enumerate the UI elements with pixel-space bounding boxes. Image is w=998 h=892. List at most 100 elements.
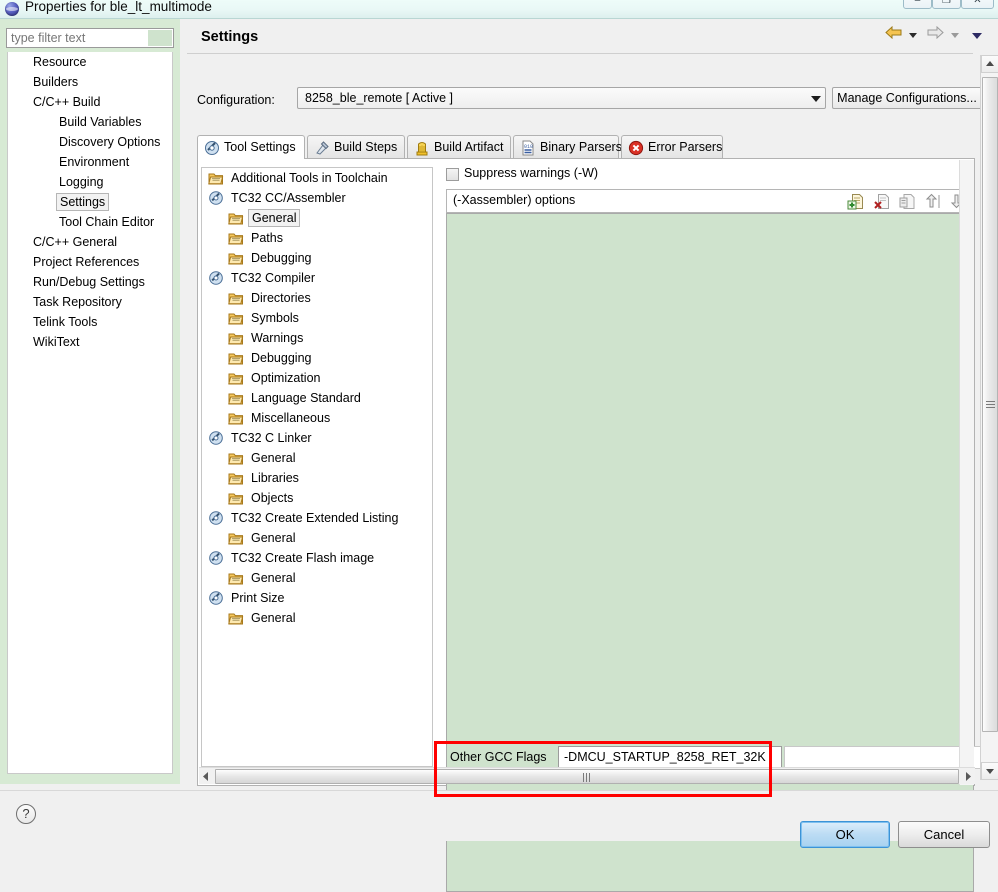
tool-settings-horizontal-scrollbar[interactable]	[199, 767, 975, 784]
tab-binary-parsers[interactable]: 010Binary Parsers	[513, 135, 619, 159]
error-parsers-icon	[628, 140, 644, 156]
tool-tree-item-additional-tools-in-toolchain[interactable]: Additional Tools in Toolchain	[202, 168, 432, 188]
page-scroll-thumb[interactable]	[982, 77, 998, 732]
binary-parsers-icon: 010	[520, 140, 536, 156]
ok-button[interactable]: OK	[800, 821, 890, 848]
sidebar-item-label: C/C++ General	[30, 232, 120, 252]
help-icon[interactable]: ?	[16, 804, 36, 824]
tool-tree-item-label: Optimization	[248, 368, 323, 388]
tool-tree-item-warnings[interactable]: Warnings	[202, 328, 432, 348]
scroll-up-button[interactable]	[981, 55, 998, 73]
chevron-down-icon[interactable]	[811, 96, 821, 102]
cancel-button[interactable]: Cancel	[898, 821, 990, 848]
sidebar-item-label: Builders	[30, 72, 81, 92]
options-list-header: (-Xassembler) options	[446, 189, 974, 213]
forward-arrow-icon	[927, 26, 944, 39]
tool-tree-item-symbols[interactable]: Symbols	[202, 308, 432, 328]
tool-tree-item-tc32-create-extended-listing[interactable]: TC32 Create Extended Listing	[202, 508, 432, 528]
tab-label: Build Steps	[334, 140, 397, 154]
tool-tree-item-debugging[interactable]: Debugging	[202, 248, 432, 268]
page-vertical-scrollbar[interactable]	[980, 55, 998, 780]
tool-icon	[208, 510, 224, 526]
tool-tree-item-paths[interactable]: Paths	[202, 228, 432, 248]
tool-tree-item-language-standard[interactable]: Language Standard	[202, 388, 432, 408]
tool-tree-item-label: TC32 CC/Assembler	[228, 188, 349, 208]
tool-tree-item-directories[interactable]: Directories	[202, 288, 432, 308]
sidebar-item-c-c-general[interactable]: C/C++ General	[8, 232, 172, 252]
sidebar-item-c-c-build[interactable]: C/C++ Build	[8, 92, 172, 112]
settings-tree[interactable]: ResourceBuildersC/C++ BuildBuild Variabl…	[7, 52, 173, 774]
tool-tree-item-optimization[interactable]: Optimization	[202, 368, 432, 388]
tool-tree-item-print-size[interactable]: Print Size	[202, 588, 432, 608]
scroll-right-icon[interactable]	[961, 768, 975, 785]
back-arrow-icon[interactable]	[885, 26, 902, 39]
delete-option-icon[interactable]	[873, 193, 893, 211]
sidebar-item-build-variables[interactable]: Build Variables	[8, 112, 172, 132]
tool-tree-item-label: General	[248, 448, 298, 468]
filter-placeholder: type filter text	[11, 31, 85, 45]
back-menu-chevron-icon[interactable]	[909, 33, 917, 38]
sidebar-item-label: Settings	[56, 193, 109, 211]
configuration-value: 8258_ble_remote [ Active ]	[305, 91, 453, 105]
sidebar-item-run-debug-settings[interactable]: Run/Debug Settings	[8, 272, 172, 292]
suppress-warnings-checkbox[interactable]	[446, 168, 459, 181]
configuration-label: Configuration:	[197, 93, 275, 107]
scroll-down-button[interactable]	[981, 762, 998, 780]
folder-icon	[228, 230, 244, 246]
tool-tree-item-debugging[interactable]: Debugging	[202, 348, 432, 368]
tool-tree-item-label: Additional Tools in Toolchain	[228, 168, 391, 188]
configuration-combobox[interactable]: 8258_ble_remote [ Active ]	[297, 87, 826, 109]
tool-tree-item-general[interactable]: General	[202, 208, 432, 228]
manage-configurations-button[interactable]: Manage Configurations...	[832, 87, 982, 109]
tab-build-artifact[interactable]: Build Artifact	[407, 135, 511, 159]
tab-tool-settings[interactable]: Tool Settings	[197, 135, 305, 159]
sidebar-item-logging[interactable]: Logging	[8, 172, 172, 192]
sidebar-item-builders[interactable]: Builders	[8, 72, 172, 92]
sidebar-item-environment[interactable]: Environment	[8, 152, 172, 172]
page-menu-chevron-icon[interactable]	[972, 33, 982, 39]
maximize-button[interactable]: ❐	[932, 0, 961, 9]
tool-tree[interactable]: Additional Tools in ToolchainTC32 CC/Ass…	[201, 167, 433, 767]
sidebar-item-wikitext[interactable]: WikiText	[8, 332, 172, 352]
horizontal-scroll-thumb[interactable]	[215, 769, 959, 784]
tool-tree-item-tc32-create-flash-image[interactable]: TC32 Create Flash image	[202, 548, 432, 568]
tool-tree-item-label: Miscellaneous	[248, 408, 333, 428]
options-vertical-scrollbar[interactable]	[959, 160, 974, 785]
tab-build-steps[interactable]: Build Steps	[307, 135, 405, 159]
tool-tree-item-general[interactable]: General	[202, 608, 432, 628]
tool-tree-item-general[interactable]: General	[202, 448, 432, 468]
close-button[interactable]: ✕	[961, 0, 994, 9]
sidebar-item-settings[interactable]: Settings	[8, 192, 172, 212]
tool-tree-item-libraries[interactable]: Libraries	[202, 468, 432, 488]
sidebar-item-project-references[interactable]: Project References	[8, 252, 172, 272]
tool-tree-item-objects[interactable]: Objects	[202, 488, 432, 508]
window-title: Properties for ble_lt_multimode	[25, 0, 212, 14]
tool-tree-item-tc32-cc-assembler[interactable]: TC32 CC/Assembler	[202, 188, 432, 208]
tool-settings-icon	[204, 140, 220, 156]
tab-label: Error Parsers	[648, 140, 722, 154]
tool-tree-item-general[interactable]: General	[202, 568, 432, 588]
other-gcc-flags-input[interactable]: -DMCU_STARTUP_8258_RET_32K	[558, 746, 782, 769]
folder-icon	[228, 570, 244, 586]
sidebar-item-tool-chain-editor[interactable]: Tool Chain Editor	[8, 212, 172, 232]
settings-navigation-panel: type filter text ResourceBuildersC/C++ B…	[0, 19, 180, 784]
sidebar-item-telink-tools[interactable]: Telink Tools	[8, 312, 172, 332]
folder-icon	[228, 490, 244, 506]
filter-input[interactable]: type filter text	[6, 28, 174, 48]
tab-error-parsers[interactable]: Error Parsers	[621, 135, 723, 159]
scroll-left-icon[interactable]	[199, 768, 213, 785]
tool-tree-item-tc32-c-linker[interactable]: TC32 C Linker	[202, 428, 432, 448]
minimize-button[interactable]: –	[903, 0, 932, 9]
other-gcc-flags-label: Other GCC Flags	[450, 750, 547, 764]
folder-icon	[228, 310, 244, 326]
sidebar-item-discovery-options[interactable]: Discovery Options	[8, 132, 172, 152]
tool-tree-item-miscellaneous[interactable]: Miscellaneous	[202, 408, 432, 428]
window-titlebar: Properties for ble_lt_multimode – ❐ ✕	[0, 0, 998, 19]
add-option-icon[interactable]	[847, 193, 867, 211]
forward-menu-chevron-icon[interactable]	[951, 33, 959, 38]
sidebar-item-task-repository[interactable]: Task Repository	[8, 292, 172, 312]
sidebar-item-label: Discovery Options	[56, 132, 163, 152]
tool-tree-item-tc32-compiler[interactable]: TC32 Compiler	[202, 268, 432, 288]
tool-tree-item-general[interactable]: General	[202, 528, 432, 548]
sidebar-item-resource[interactable]: Resource	[8, 52, 172, 72]
